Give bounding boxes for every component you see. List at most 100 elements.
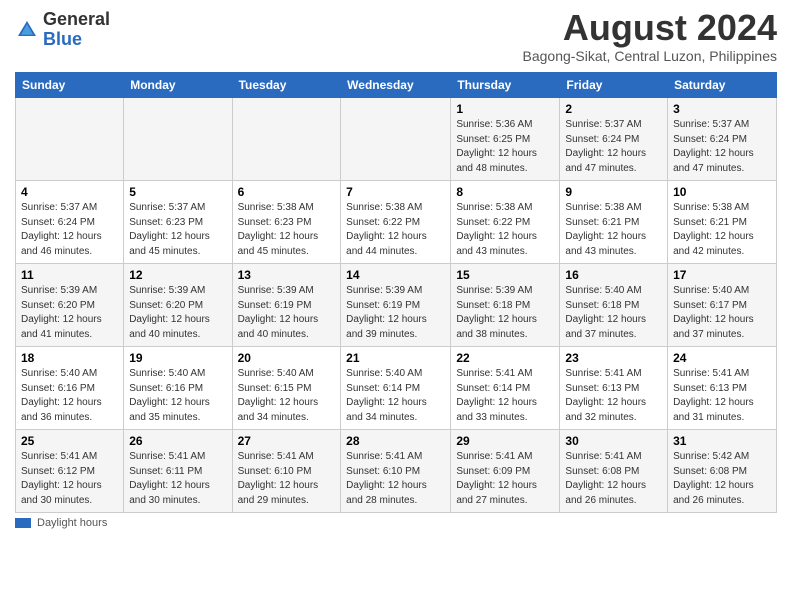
calendar-cell: 3Sunrise: 5:37 AM Sunset: 6:24 PM Daylig… (668, 98, 777, 181)
legend-label: Daylight hours (37, 517, 107, 529)
day-info: Sunrise: 5:41 AM Sunset: 6:13 PM Dayligh… (565, 367, 662, 425)
calendar-cell: 12 Sunrise: 5:39 AM Sunset: 6:20 PM Dayli… (124, 264, 232, 347)
calendar-cell: 17Sunrise: 5:40 AM Sunset: 6:17 PM Dayli… (668, 264, 777, 347)
day-number: 18 (21, 351, 118, 365)
calendar-cell: 28 Sunrise: 5:41 AM Sunset: 6:10 PM Dayli… (341, 430, 451, 513)
day-number: 12 (129, 268, 226, 282)
calendar-cell: 26Sunrise: 5:41 AM Sunset: 6:11 PM Dayli… (124, 430, 232, 513)
calendar-cell: 2Sunrise: 5:37 AM Sunset: 6:24 PM Daylig… (560, 98, 668, 181)
day-number: 16 (565, 268, 662, 282)
header: General Blue August 2024 Bagong-Sikat, C… (15, 10, 777, 64)
logo: General Blue (15, 10, 110, 50)
calendar-week-row: 25 Sunrise: 5:41 AM Sunset: 6:12 PM Dayli… (16, 430, 777, 513)
calendar-cell: 5Sunrise: 5:37 AM Sunset: 6:23 PM Daylig… (124, 181, 232, 264)
day-info: Sunrise: 5:41 AM Sunset: 6:10 PM Dayligh… (238, 450, 336, 508)
day-info: Sunrise: 5:41 AM Sunset: 6:14 PM Dayligh… (456, 367, 554, 425)
logo-icon (15, 18, 39, 42)
calendar-cell: 1 Sunrise: 5:36 AM Sunset: 6:25 PM Daylig… (451, 98, 560, 181)
legend-row: Daylight hours (15, 517, 777, 529)
day-number: 9 (565, 185, 662, 199)
day-info: Sunrise: 5:39 AM Sunset: 6:20 PM Dayligh… (129, 284, 226, 342)
day-info: Sunrise: 5:38 AM Sunset: 6:21 PM Dayligh… (673, 201, 771, 259)
day-info: Sunrise: 5:41 AM Sunset: 6:12 PM Dayligh… (21, 450, 118, 508)
day-number: 5 (129, 185, 226, 199)
day-info: Sunrise: 5:38 AM Sunset: 6:22 PM Dayligh… (456, 201, 554, 259)
day-number: 13 (238, 268, 336, 282)
day-number: 2 (565, 102, 662, 116)
calendar-cell: 6Sunrise: 5:38 AM Sunset: 6:23 PM Daylig… (232, 181, 341, 264)
day-info: Sunrise: 5:41 AM Sunset: 6:10 PM Dayligh… (346, 450, 445, 508)
title-block: August 2024 Bagong-Sikat, Central Luzon,… (523, 10, 778, 64)
day-info: Sunrise: 5:40 AM Sunset: 6:18 PM Dayligh… (565, 284, 662, 342)
day-number: 31 (673, 434, 771, 448)
day-number: 21 (346, 351, 445, 365)
calendar-cell: 20Sunrise: 5:40 AM Sunset: 6:15 PM Dayli… (232, 347, 341, 430)
day-info: Sunrise: 5:37 AM Sunset: 6:24 PM Dayligh… (21, 201, 118, 259)
day-number: 22 (456, 351, 554, 365)
calendar-cell (16, 98, 124, 181)
calendar-week-row: 18 Sunrise: 5:40 AM Sunset: 6:16 PM Dayli… (16, 347, 777, 430)
day-info: Sunrise: 5:40 AM Sunset: 6:16 PM Dayligh… (129, 367, 226, 425)
calendar-cell: 14 Sunrise: 5:39 AM Sunset: 6:19 PM Dayli… (341, 264, 451, 347)
calendar-cell: 24 Sunrise: 5:41 AM Sunset: 6:13 PM Dayli… (668, 347, 777, 430)
calendar-cell: 22 Sunrise: 5:41 AM Sunset: 6:14 PM Dayli… (451, 347, 560, 430)
day-info: Sunrise: 5:39 AM Sunset: 6:19 PM Dayligh… (346, 284, 445, 342)
day-number: 29 (456, 434, 554, 448)
calendar-week-row: 1 Sunrise: 5:36 AM Sunset: 6:25 PM Daylig… (16, 98, 777, 181)
day-info: Sunrise: 5:41 AM Sunset: 6:09 PM Dayligh… (456, 450, 554, 508)
location-subtitle: Bagong-Sikat, Central Luzon, Philippines (523, 48, 778, 64)
weekday-header: Monday (124, 73, 232, 98)
calendar-cell: 25 Sunrise: 5:41 AM Sunset: 6:12 PM Dayli… (16, 430, 124, 513)
day-number: 20 (238, 351, 336, 365)
day-info: Sunrise: 5:38 AM Sunset: 6:23 PM Dayligh… (238, 201, 336, 259)
calendar-cell: 27 Sunrise: 5:41 AM Sunset: 6:10 PM Dayli… (232, 430, 341, 513)
legend-color (15, 518, 31, 528)
calendar-cell: 13 Sunrise: 5:39 AM Sunset: 6:19 PM Dayli… (232, 264, 341, 347)
day-number: 7 (346, 185, 445, 199)
day-info: Sunrise: 5:40 AM Sunset: 6:17 PM Dayligh… (673, 284, 771, 342)
day-number: 15 (456, 268, 554, 282)
day-info: Sunrise: 5:42 AM Sunset: 6:08 PM Dayligh… (673, 450, 771, 508)
day-number: 14 (346, 268, 445, 282)
day-number: 24 (673, 351, 771, 365)
day-number: 1 (456, 102, 554, 116)
day-info: Sunrise: 5:41 AM Sunset: 6:08 PM Dayligh… (565, 450, 662, 508)
day-info: Sunrise: 5:39 AM Sunset: 6:18 PM Dayligh… (456, 284, 554, 342)
day-number: 30 (565, 434, 662, 448)
calendar-week-row: 4Sunrise: 5:37 AM Sunset: 6:24 PM Daylig… (16, 181, 777, 264)
weekday-header: Thursday (451, 73, 560, 98)
calendar-header-row: SundayMondayTuesdayWednesdayThursdayFrid… (16, 73, 777, 98)
day-info: Sunrise: 5:39 AM Sunset: 6:19 PM Dayligh… (238, 284, 336, 342)
calendar-cell: 9 Sunrise: 5:38 AM Sunset: 6:21 PM Daylig… (560, 181, 668, 264)
calendar-cell: 8 Sunrise: 5:38 AM Sunset: 6:22 PM Daylig… (451, 181, 560, 264)
calendar-cell: 18Sunrise: 5:40 AM Sunset: 6:16 PM Dayli… (16, 347, 124, 430)
calendar-cell: 16 Sunrise: 5:40 AM Sunset: 6:18 PM Dayli… (560, 264, 668, 347)
day-info: Sunrise: 5:37 AM Sunset: 6:24 PM Dayligh… (673, 118, 771, 176)
calendar-cell (341, 98, 451, 181)
day-number: 28 (346, 434, 445, 448)
day-info: Sunrise: 5:36 AM Sunset: 6:25 PM Dayligh… (456, 118, 554, 176)
calendar-cell (124, 98, 232, 181)
day-number: 26 (129, 434, 226, 448)
calendar-cell: 29 Sunrise: 5:41 AM Sunset: 6:09 PM Dayli… (451, 430, 560, 513)
day-number: 19 (129, 351, 226, 365)
day-info: Sunrise: 5:39 AM Sunset: 6:20 PM Dayligh… (21, 284, 118, 342)
day-number: 10 (673, 185, 771, 199)
calendar-table: SundayMondayTuesdayWednesdayThursdayFrid… (15, 72, 777, 513)
weekday-header: Saturday (668, 73, 777, 98)
weekday-header: Tuesday (232, 73, 341, 98)
day-info: Sunrise: 5:41 AM Sunset: 6:13 PM Dayligh… (673, 367, 771, 425)
calendar-cell: 23Sunrise: 5:41 AM Sunset: 6:13 PM Dayli… (560, 347, 668, 430)
day-info: Sunrise: 5:38 AM Sunset: 6:22 PM Dayligh… (346, 201, 445, 259)
calendar-cell: 11Sunrise: 5:39 AM Sunset: 6:20 PM Dayli… (16, 264, 124, 347)
calendar-cell: 10 Sunrise: 5:38 AM Sunset: 6:21 PM Dayli… (668, 181, 777, 264)
day-info: Sunrise: 5:38 AM Sunset: 6:21 PM Dayligh… (565, 201, 662, 259)
calendar-cell: 30 Sunrise: 5:41 AM Sunset: 6:08 PM Dayli… (560, 430, 668, 513)
day-number: 25 (21, 434, 118, 448)
day-number: 27 (238, 434, 336, 448)
logo-general: General (43, 9, 110, 29)
day-number: 8 (456, 185, 554, 199)
calendar-cell: 31 Sunrise: 5:42 AM Sunset: 6:08 PM Dayli… (668, 430, 777, 513)
month-title: August 2024 (523, 10, 778, 46)
calendar-cell: 7 Sunrise: 5:38 AM Sunset: 6:22 PM Daylig… (341, 181, 451, 264)
